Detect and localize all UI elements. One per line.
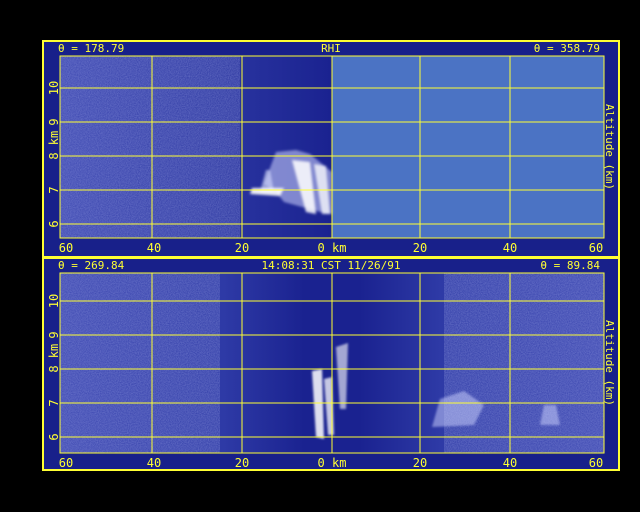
top-left-noise bbox=[60, 56, 240, 238]
top-x-tick-3: 0 km bbox=[318, 241, 347, 255]
bottom-y-unit: km bbox=[47, 344, 61, 358]
top-unscanned-region bbox=[332, 56, 604, 238]
top-y-tick-6: 6 bbox=[47, 220, 61, 227]
top-right-axis-label: Altitude (km) bbox=[603, 104, 616, 190]
bottom-right-axis-label: Altitude (km) bbox=[603, 320, 616, 406]
bottom-x-tick-5: 40 bbox=[503, 456, 517, 469]
top-y-tick-10: 10 bbox=[47, 81, 61, 95]
bottom-plot: 6 7 8 km 9 10 Altitude (km) 60 40 20 0 k… bbox=[47, 272, 616, 469]
bottom-x-tick-3: 0 km bbox=[318, 456, 347, 469]
bottom-y-tick-7: 7 bbox=[47, 399, 61, 406]
bottom-y-tick-6: 6 bbox=[47, 433, 61, 440]
bottom-y-tick-9: 9 bbox=[47, 331, 61, 338]
bottom-y-tick-8: 8 bbox=[47, 365, 61, 372]
top-x-tick-1: 40 bbox=[147, 241, 161, 255]
top-x-tick-0: 60 bbox=[59, 241, 73, 255]
bottom-y-tick-10: 10 bbox=[47, 294, 61, 308]
top-x-tick-2: 20 bbox=[235, 241, 249, 255]
top-x-tick-4: 20 bbox=[413, 241, 427, 255]
rhi-bottom-panel: θ = 269.84 14:08:31 CST 11/26/91 θ = 89.… bbox=[42, 257, 620, 471]
top-y-tick-7: 7 bbox=[47, 186, 61, 193]
top-y-unit: km bbox=[47, 131, 61, 145]
top-y-tick-8: 8 bbox=[47, 152, 61, 159]
bottom-x-tick-2: 20 bbox=[235, 456, 249, 469]
bottom-x-tick-0: 60 bbox=[59, 456, 73, 469]
bottom-left-noise bbox=[60, 273, 220, 453]
bottom-x-tick-4: 20 bbox=[413, 456, 427, 469]
top-x-tick-6: 60 bbox=[589, 241, 603, 255]
bottom-x-tick-1: 40 bbox=[147, 456, 161, 469]
top-x-tick-5: 40 bbox=[503, 241, 517, 255]
bottom-x-tick-6: 60 bbox=[589, 456, 603, 469]
top-plot: 6 7 8 km 9 10 Altitude (km) 60 40 20 0 k… bbox=[47, 55, 616, 255]
rhi-top-panel: θ = 178.79 RHI θ = 358.79 6 7 8 km 9 10 … bbox=[42, 40, 620, 258]
bottom-right-noise bbox=[444, 273, 604, 453]
top-y-tick-9: 9 bbox=[47, 118, 61, 125]
